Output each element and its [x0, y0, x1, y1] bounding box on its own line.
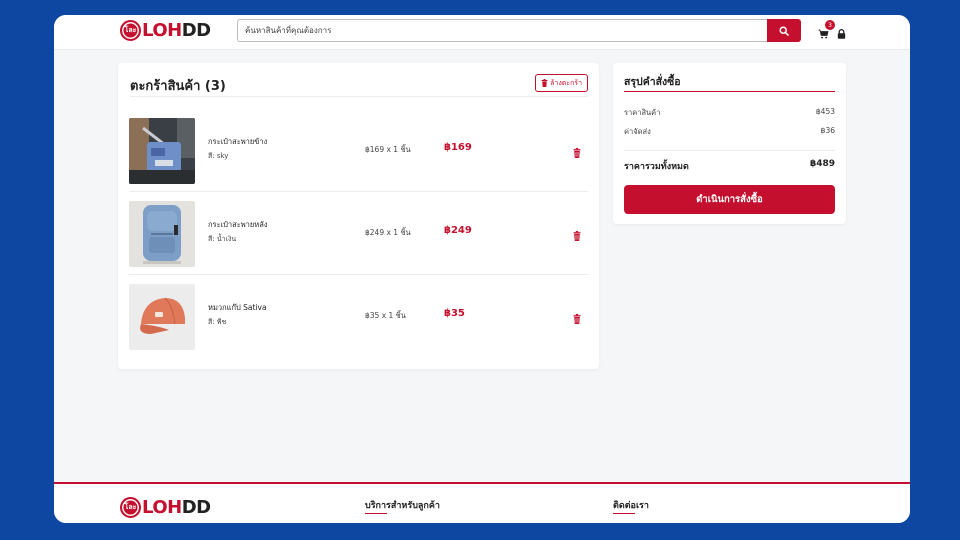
product-image[interactable] [129, 284, 195, 350]
order-summary-panel: สรุปคำสั่งซื้อ ราคาสินค้า ฿453 ค่าจัดส่ง… [613, 63, 846, 224]
footer-heading: ติดต่อเรา [613, 501, 649, 511]
footer-customer-service: บริการสำหรับลูกค้า [365, 498, 440, 514]
remove-item-button[interactable] [573, 226, 581, 245]
checkout-button[interactable]: ดำเนินการสั่งซื้อ [624, 185, 835, 214]
product-total: ฿169 [444, 142, 472, 153]
logo-text-dark: DD [181, 497, 211, 518]
subtotal-value: ฿453 [815, 107, 835, 116]
grand-total-label: ราคารวมทั้งหมด [624, 162, 689, 172]
divider [624, 150, 835, 151]
summary-title: สรุปคำสั่งซื้อ [624, 76, 681, 88]
search-bar [237, 19, 801, 42]
cart-item: กระเป๋าสะพายหลัง สี: น้ำเงิน ฿249 x 1 ชิ… [129, 193, 588, 275]
search-button[interactable] [767, 19, 801, 42]
app-window: โละ LOHDD 3 [54, 15, 910, 523]
shipping-row: ค่าจัดส่ง ฿36 [624, 126, 835, 138]
logo[interactable]: โละ LOHDD [120, 20, 211, 41]
product-color: สี: พีช [208, 318, 227, 326]
logo-text: LOHDD [142, 20, 211, 41]
cart-item: กระเป๋าสะพายข้าง สี: sky ฿169 x 1 ชิ้น ฿… [129, 110, 588, 192]
footer: โละ LOHDD บริการสำหรับลูกค้า ติดต่อเรา [54, 482, 910, 523]
grand-total-row: ราคารวมทั้งหมด ฿489 [624, 159, 835, 173]
product-quantity: ฿169 x 1 ชิ้น [365, 145, 411, 154]
cart-title: ตะกร้าสินค้า (3) [130, 79, 226, 94]
footer-heading-underline [613, 513, 635, 514]
search-icon [779, 25, 789, 36]
grand-total-value: ฿489 [809, 159, 835, 169]
product-total: ฿35 [444, 308, 465, 319]
remove-item-button[interactable] [573, 143, 581, 162]
clear-cart-label: ล้างตะกร้า [550, 78, 582, 87]
product-name[interactable]: กระเป๋าสะพายข้าง [208, 136, 267, 148]
footer-contact: ติดต่อเรา [613, 498, 649, 514]
subtotal-label: ราคาสินค้า [624, 108, 661, 117]
trash-icon [573, 148, 581, 158]
logo-text-dark: DD [181, 20, 211, 41]
product-total: ฿249 [444, 225, 472, 236]
shipping-label: ค่าจัดส่ง [624, 127, 651, 136]
cart-count-badge: 3 [825, 20, 835, 30]
divider [130, 96, 588, 97]
trash-icon [541, 79, 548, 87]
shipping-value: ฿36 [820, 126, 835, 135]
cart-item: หมวกแก๊ป Sativa สี: พีช ฿35 x 1 ชิ้น ฿35 [129, 276, 588, 358]
trash-icon [573, 231, 581, 241]
footer-heading: บริการสำหรับลูกค้า [365, 501, 440, 511]
logo-text-red: LOH [142, 20, 182, 41]
product-color: สี: sky [208, 152, 229, 160]
footer-logo[interactable]: โละ LOHDD [120, 497, 211, 518]
summary-title-underline [624, 91, 835, 92]
cart-icon [818, 29, 829, 39]
lock-icon [837, 29, 846, 39]
clear-cart-button[interactable]: ล้างตะกร้า [535, 74, 588, 92]
product-quantity: ฿35 x 1 ชิ้น [365, 311, 406, 320]
remove-item-button[interactable] [573, 309, 581, 328]
logo-mark: โละ [120, 497, 141, 518]
product-name[interactable]: กระเป๋าสะพายหลัง [208, 219, 268, 231]
search-input[interactable] [237, 19, 767, 42]
product-image[interactable] [129, 201, 195, 267]
product-image[interactable] [129, 118, 195, 184]
product-quantity: ฿249 x 1 ชิ้น [365, 228, 411, 237]
account-button[interactable] [837, 24, 846, 43]
product-color: สี: น้ำเงิน [208, 235, 237, 243]
subtotal-row: ราคาสินค้า ฿453 [624, 107, 835, 119]
logo-text-red: LOH [142, 497, 182, 518]
logo-mark: โละ [120, 20, 141, 41]
logo-text: LOHDD [142, 497, 211, 518]
product-name[interactable]: หมวกแก๊ป Sativa [208, 302, 267, 314]
trash-icon [573, 314, 581, 324]
header: โละ LOHDD 3 [54, 15, 910, 50]
footer-heading-underline [365, 513, 387, 514]
cart-panel: ตะกร้าสินค้า (3) ล้างตะกร้า กระเป๋าสะพาย… [118, 63, 599, 369]
